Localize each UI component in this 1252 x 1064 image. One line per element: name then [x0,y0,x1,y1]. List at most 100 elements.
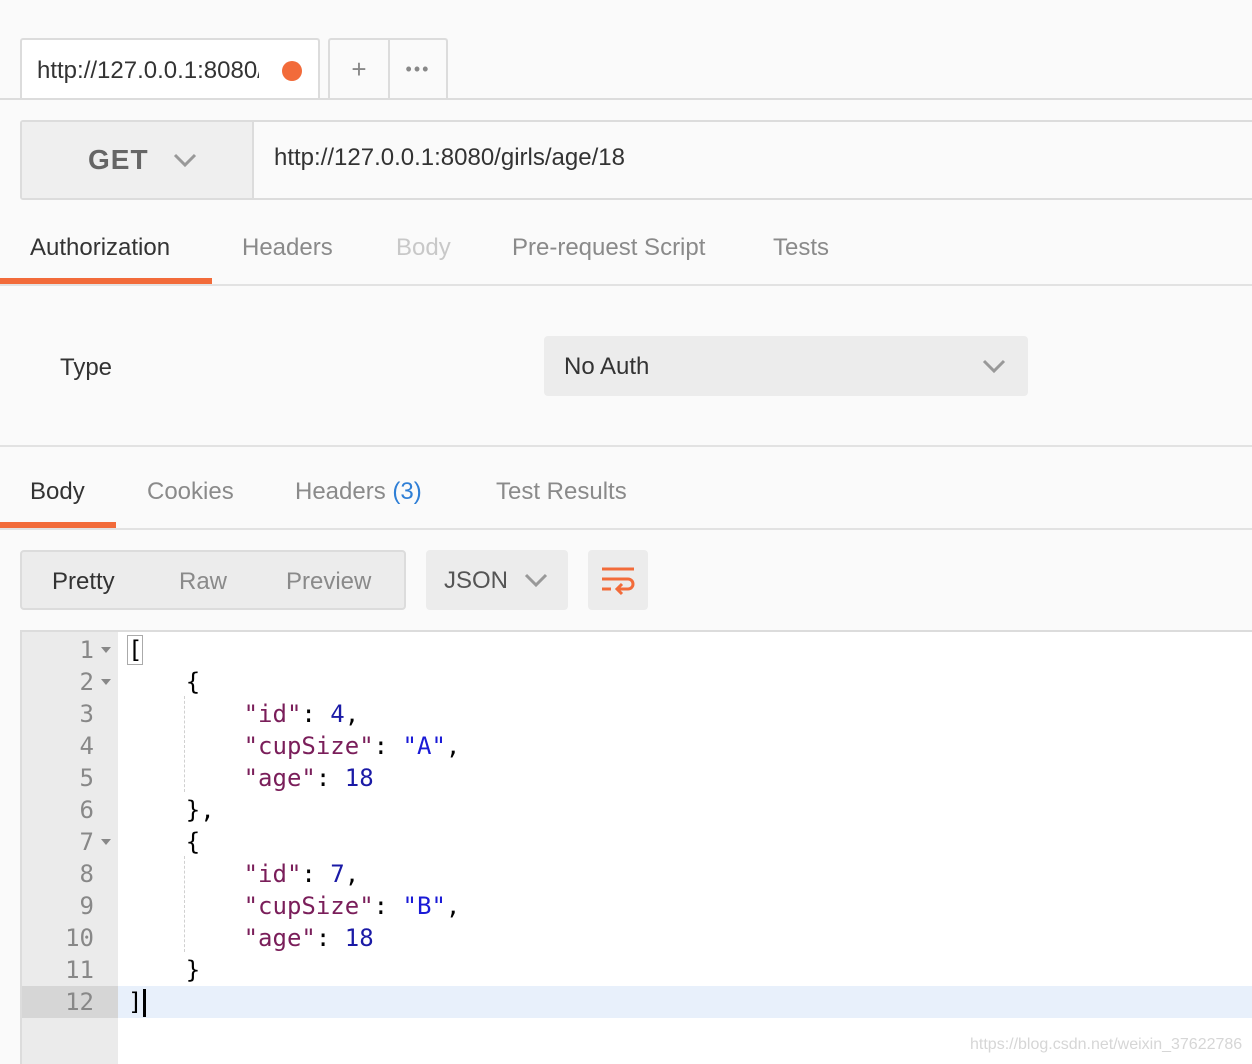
json-key: "age" [243,764,316,792]
code-line: ] [128,986,147,1018]
json-comma: , [344,700,360,728]
preview-button[interactable]: Preview [286,568,371,596]
request-tab-title: http://127.0.0.1:8080/girls/age/18 [37,57,259,84]
code-line: [ [126,634,144,666]
response-tabs: Body Cookies Headers (3) Test Results [0,466,1252,528]
request-tab[interactable]: http://127.0.0.1:8080/girls/age/18 [20,38,320,100]
tab-authorization[interactable]: Authorization [30,234,170,262]
line-number: 5 [79,764,94,792]
json-key: "age" [243,924,316,952]
chevron-down-icon [524,573,548,588]
json-bracket: [ [126,635,144,665]
json-comma: , [445,732,461,760]
json-number: 18 [344,924,374,952]
response-code-editor[interactable]: 1 2 3 4 5 6 7 8 9 10 11 12 [ { "id": 4, … [20,630,1252,1064]
json-number: 7 [330,860,345,888]
json-key: "id" [243,700,302,728]
json-sep: : [373,732,403,760]
code-line: "id": 4, [128,698,360,730]
auth-type-value: No Auth [564,353,650,380]
json-string: "A" [402,732,446,760]
json-key: "id" [243,860,302,888]
code-line: "age": 18 [128,922,374,954]
auth-type-select[interactable]: No Auth [544,336,1028,396]
json-key: "cupSize" [243,732,374,760]
active-line-highlight [118,986,1252,1018]
code-line: }, [128,794,215,826]
json-number: 18 [344,764,374,792]
view-mode-group: Pretty Raw Preview [20,550,406,610]
json-string: "B" [402,892,446,920]
text-cursor [143,989,147,1017]
json-brace: { [185,668,201,696]
json-brace: } [185,956,201,984]
json-brace: }, [185,796,215,824]
fold-caret-icon[interactable] [100,634,112,666]
code-line: { [128,666,200,698]
url-input[interactable]: http://127.0.0.1:8080/girls/age/18 [274,144,625,172]
new-tab-button[interactable]: + [330,40,388,98]
line-number: 8 [79,860,94,888]
section-divider [0,445,1252,447]
tab-headers[interactable]: Headers [242,234,333,262]
fold-caret-icon[interactable] [100,666,112,698]
json-key: "cupSize" [243,892,374,920]
tab-response-headers[interactable]: Headers (3) [295,478,422,506]
code-line: "age": 18 [128,762,374,794]
fold-caret-icon[interactable] [100,826,112,858]
line-number: 6 [79,796,94,824]
line-number: 1 [79,636,94,664]
headers-count-badge: (3) [392,478,422,505]
json-bracket: ] [128,988,143,1016]
auth-type-label: Type [60,354,113,381]
method-select[interactable]: GET [22,122,254,198]
request-tabs: Authorization Headers Body Pre-request S… [0,222,1252,286]
response-headers-label: Headers [295,478,386,505]
line-number: 3 [79,700,94,728]
wrap-lines-icon [602,567,635,596]
tab-test-results[interactable]: Test Results [496,478,627,506]
json-sep: : [373,892,403,920]
line-number: 9 [79,892,94,920]
tab-strip-divider [0,98,1252,100]
line-number: 12 [65,988,94,1016]
line-number: 11 [65,956,94,984]
response-tabs-divider [0,528,1252,530]
code-line: { [128,826,200,858]
chevron-down-icon [982,359,1006,374]
tab-body[interactable]: Body [396,234,451,262]
tab-tests[interactable]: Tests [773,234,829,262]
json-number: 4 [330,700,345,728]
tab-strip: http://127.0.0.1:8080/girls/age/18 + ••• [0,0,1252,100]
code-line: "cupSize": "B", [128,890,461,922]
method-label: GET [88,144,149,175]
format-select[interactable]: JSON [426,550,568,610]
json-sep: : [315,924,345,952]
tab-actions: + ••• [328,38,448,98]
line-number: 10 [65,924,94,952]
chevron-down-icon [173,153,196,168]
more-tabs-button[interactable]: ••• [388,40,446,98]
watermark: https://blog.csdn.net/weixin_37622786 [970,1036,1243,1053]
raw-button[interactable]: Raw [179,568,227,596]
line-number: 2 [79,668,94,696]
line-number: 7 [79,828,94,856]
line-number: 4 [79,732,94,760]
json-sep: : [315,764,345,792]
tab-pre-request-script[interactable]: Pre-request Script [512,234,705,262]
format-value: JSON [444,567,509,594]
json-sep: : [301,860,331,888]
unsaved-dot-icon [282,61,302,81]
request-tabs-divider [0,284,1252,286]
json-sep: : [301,700,331,728]
tab-response-body[interactable]: Body [30,478,85,506]
wrap-lines-button[interactable] [588,550,648,610]
code-line: "cupSize": "A", [128,730,461,762]
json-comma: , [344,860,360,888]
code-line: "id": 7, [128,858,360,890]
code-line: } [128,954,200,986]
json-brace: { [185,828,201,856]
tab-cookies[interactable]: Cookies [147,478,234,506]
url-bar: GET http://127.0.0.1:8080/girls/age/18 [20,120,1252,200]
pretty-button[interactable]: Pretty [52,568,115,596]
